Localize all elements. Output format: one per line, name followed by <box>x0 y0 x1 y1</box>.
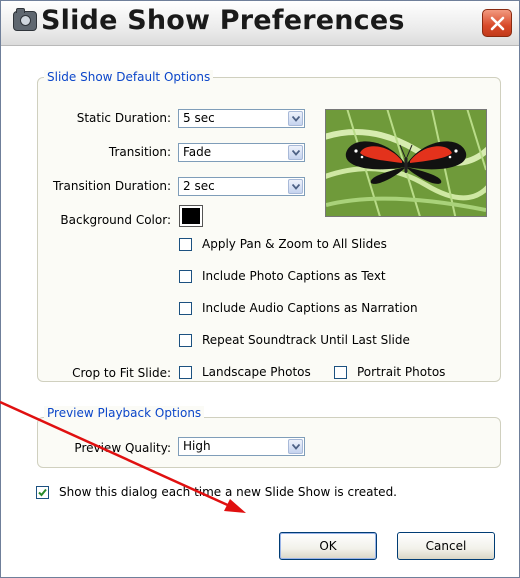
crop-to-fit-label: Crop to Fit Slide: <box>72 366 171 380</box>
portrait-photos-checkbox[interactable] <box>334 366 347 379</box>
transition-duration-value: 2 sec <box>183 179 215 193</box>
chevron-down-icon[interactable] <box>288 145 303 160</box>
static-duration-label: Static Duration: <box>76 111 171 125</box>
portrait-photos-label: Portrait Photos <box>357 365 446 379</box>
include-photo-captions-checkbox[interactable] <box>179 270 192 283</box>
preview-quality-select[interactable]: High <box>178 437 305 456</box>
checkmark-icon <box>38 488 47 497</box>
background-color-swatch[interactable] <box>179 205 203 227</box>
apply-pan-zoom-label: Apply Pan & Zoom to All Slides <box>202 237 387 251</box>
preview-quality-label: Preview Quality: <box>74 441 171 455</box>
landscape-photos-label: Landscape Photos <box>202 365 311 379</box>
dialog-title: Slide Show Preferences <box>41 5 405 36</box>
camera-icon <box>13 8 37 31</box>
slide-show-preferences-dialog: Slide Show Preferences Slide Show Defaul… <box>0 0 520 578</box>
apply-pan-zoom-checkbox[interactable] <box>179 238 192 251</box>
repeat-soundtrack-checkbox[interactable] <box>179 334 192 347</box>
close-icon <box>490 16 505 31</box>
preview-quality-value: High <box>183 439 211 453</box>
butterfly-photo <box>325 109 487 217</box>
include-audio-captions-checkbox[interactable] <box>179 302 192 315</box>
repeat-soundtrack-label: Repeat Soundtrack Until Last Slide <box>202 333 410 347</box>
transition-duration-select[interactable]: 2 sec <box>178 177 305 196</box>
preview-options-legend: Preview Playback Options <box>44 406 205 420</box>
transition-value: Fade <box>183 145 212 159</box>
show-dialog-checkbox[interactable] <box>36 486 49 499</box>
title-bar[interactable]: Slide Show Preferences <box>1 1 519 46</box>
static-duration-value: 5 sec <box>183 111 215 125</box>
include-audio-captions-label: Include Audio Captions as Narration <box>202 301 418 315</box>
chevron-down-icon[interactable] <box>288 111 303 126</box>
ok-button[interactable]: OK <box>279 532 377 560</box>
close-button[interactable] <box>482 9 512 37</box>
show-dialog-label: Show this dialog each time a new Slide S… <box>59 485 397 499</box>
dialog-body: Slide Show Default Options Static Durati… <box>1 46 519 577</box>
chevron-down-icon[interactable] <box>288 439 303 454</box>
landscape-photos-checkbox[interactable] <box>179 366 192 379</box>
transition-label: Transition: <box>108 145 171 159</box>
cancel-button[interactable]: Cancel <box>397 532 495 560</box>
chevron-down-icon[interactable] <box>288 179 303 194</box>
background-color-label: Background Color: <box>60 213 171 227</box>
transition-duration-label: Transition Duration: <box>52 179 171 193</box>
default-options-legend: Slide Show Default Options <box>44 70 214 84</box>
transition-select[interactable]: Fade <box>178 143 305 162</box>
include-photo-captions-label: Include Photo Captions as Text <box>202 269 386 283</box>
background-color-fill <box>182 208 200 224</box>
static-duration-select[interactable]: 5 sec <box>178 109 305 128</box>
